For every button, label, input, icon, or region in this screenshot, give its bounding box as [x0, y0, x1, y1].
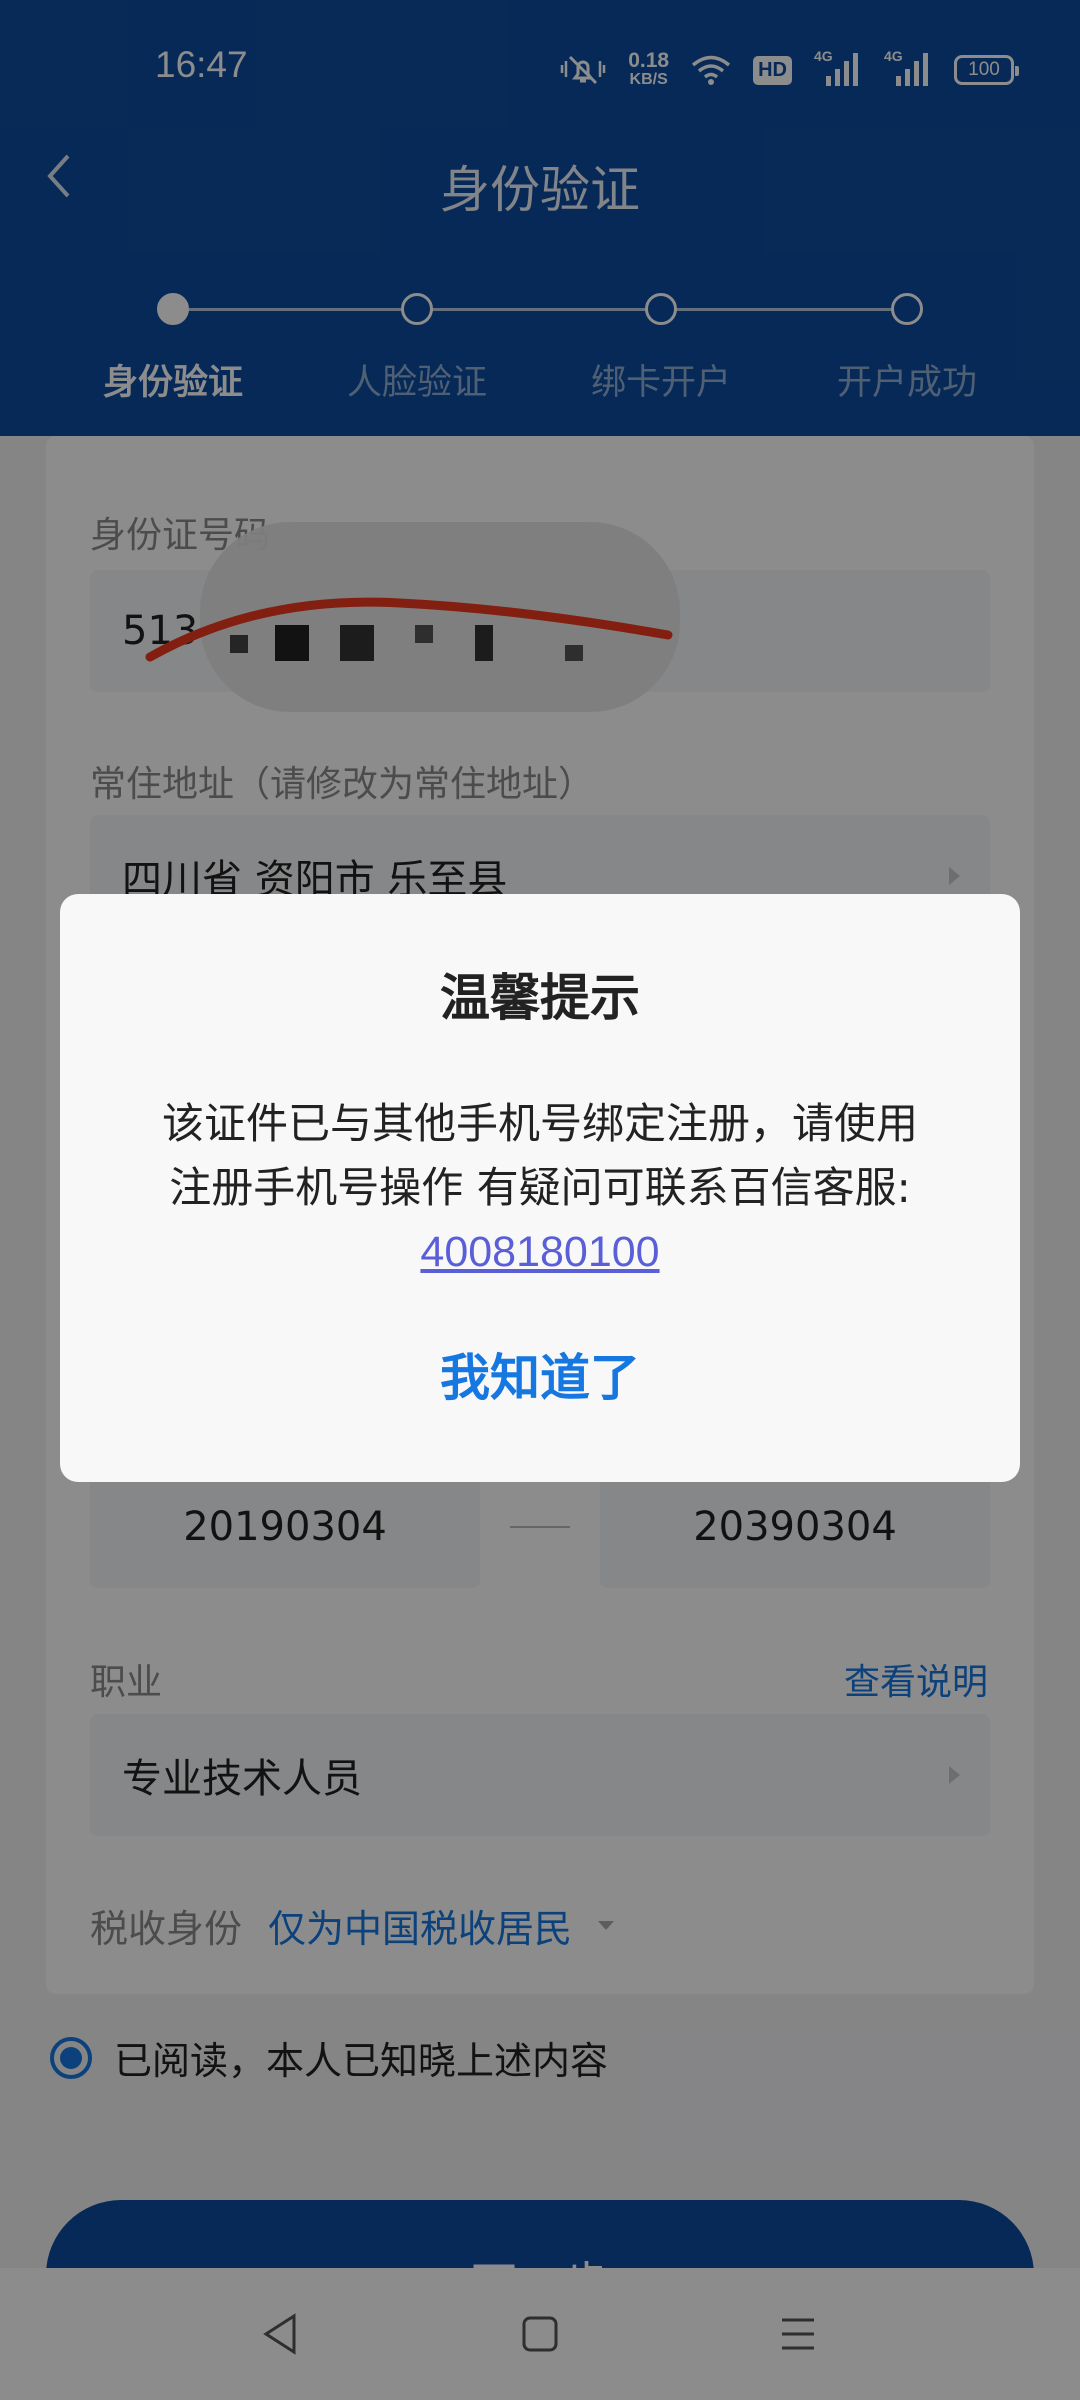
warning-dialog: 温馨提示 该证件已与其他手机号绑定注册，请使用 注册手机号操作 有疑问可联系百信… — [60, 894, 1020, 1482]
dialog-title: 温馨提示 — [440, 969, 640, 1027]
dialog-message-line1: 该证件已与其他手机号绑定注册，请使用 — [161, 1099, 918, 1148]
dialog-message: 该证件已与其他手机号绑定注册，请使用 注册手机号操作 有疑问可联系百信客服: 4… — [120, 1092, 960, 1284]
customer-service-phone-link[interactable]: 4008180100 — [420, 1220, 659, 1284]
dialog-confirm-button[interactable]: 我知道了 — [60, 1338, 1020, 1407]
dialog-message-line2: 注册手机号操作 有疑问可联系百信客服: — [169, 1163, 911, 1212]
